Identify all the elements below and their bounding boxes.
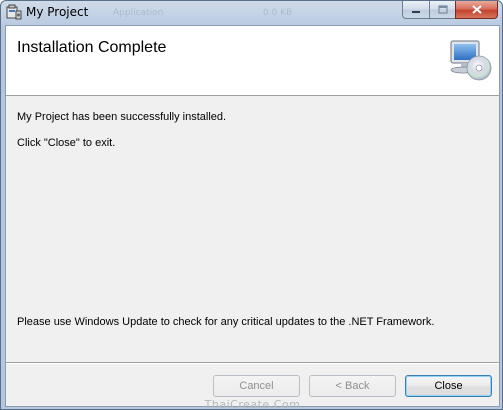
watermark-text: ThaiCreate.Com [204,398,301,410]
close-icon [471,5,482,14]
ghost-title-text: Application [113,8,164,18]
back-button[interactable]: < Back [309,375,396,397]
close-instruction: Click "Close" to exit. [17,137,116,149]
footer-divider [6,362,499,364]
installer-app-icon [6,4,22,20]
computer-cd-icon [450,40,492,81]
page-title: Installation Complete [17,39,167,56]
window-title: My Project [26,5,89,19]
minimize-button[interactable] [402,1,429,19]
installer-window: My Project Application 0.0 KB Installati… [0,0,503,410]
maximize-button[interactable] [429,1,455,19]
close-window-button[interactable] [455,1,498,19]
caption-buttons [402,1,498,19]
cancel-button[interactable]: Cancel [213,375,300,397]
close-button[interactable]: Close [405,375,492,397]
title-bar[interactable]: My Project Application 0.0 KB [1,1,502,25]
maximize-icon [437,5,448,14]
minimize-icon [412,10,420,13]
header-banner: Installation Complete [6,26,499,96]
dialog-client-area: Installation Complete My Project has bee… [5,25,500,410]
windows-update-note: Please use Windows Update to check for a… [17,316,435,328]
success-message: My Project has been successfully install… [17,111,227,123]
ghost-size-text: 0.0 KB [263,8,293,18]
